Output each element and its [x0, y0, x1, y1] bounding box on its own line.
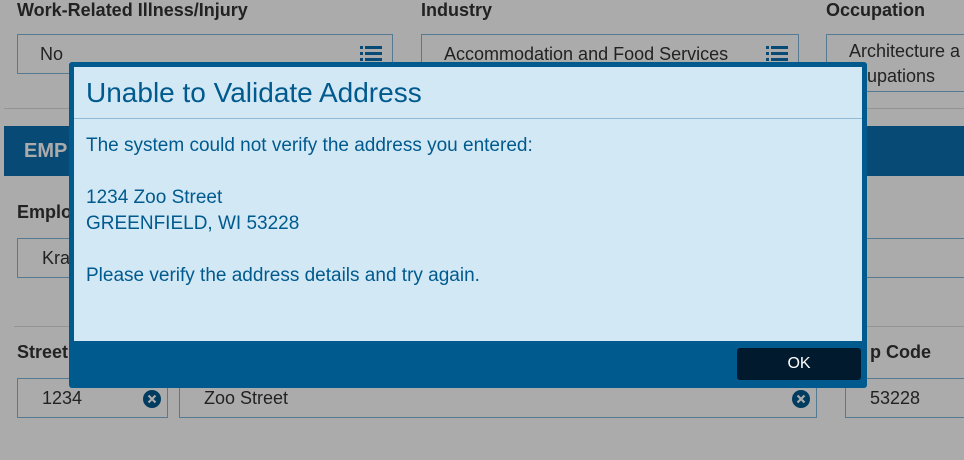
dialog-title: Unable to Validate Address [86, 77, 422, 108]
dialog-divider [74, 118, 862, 119]
dialog-instruction: Please verify the address details and tr… [86, 265, 480, 286]
dialog-content: Unable to Validate Address The system co… [74, 67, 862, 341]
dialog-body: The system could not verify the address … [86, 133, 533, 289]
address-line1: 1234 Zoo Street [86, 187, 223, 208]
address-line2: GREENFIELD, WI 53228 [86, 213, 300, 234]
ok-button[interactable]: OK [737, 348, 861, 380]
dialog-message: The system could not verify the address … [86, 135, 533, 156]
address-validation-dialog: Unable to Validate Address The system co… [69, 62, 867, 388]
